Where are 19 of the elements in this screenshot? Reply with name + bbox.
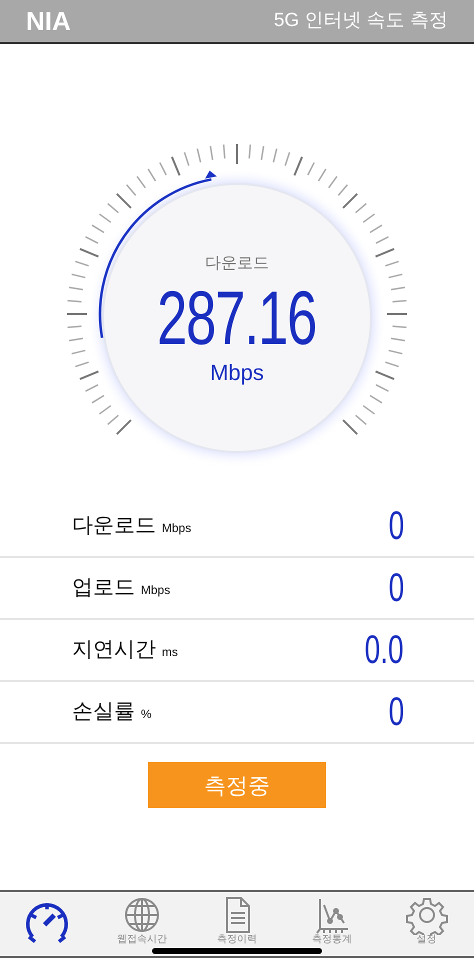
- app-logo: NIA: [26, 4, 71, 38]
- result-label: 지연시간 ms: [72, 637, 178, 664]
- nav-tab[interactable]: 측정이력: [196, 892, 277, 948]
- gauge-unit: Mbps: [210, 362, 264, 384]
- nav-tab[interactable]: 웹접속시간: [102, 892, 182, 948]
- nav-tab[interactable]: 설정: [386, 892, 467, 948]
- result-value: 0: [388, 503, 404, 550]
- app-title: 5G 인터넷 속도 측정: [274, 8, 448, 33]
- result-value: 0: [388, 689, 404, 736]
- result-value: 0: [388, 565, 404, 612]
- result-label: 다운로드 Mbps: [72, 513, 192, 540]
- gauge-label: 다운로드: [205, 254, 269, 274]
- measuring-button[interactable]: 측정중: [148, 762, 326, 808]
- gauge-value: 287.16: [157, 276, 317, 362]
- result-value: 0.0: [365, 627, 404, 674]
- nav-tab[interactable]: 측정통계: [292, 892, 372, 948]
- result-label: 업로드 Mbps: [72, 575, 170, 602]
- result-label: 손실률 %: [72, 699, 152, 726]
- settings-icon: [404, 895, 449, 935]
